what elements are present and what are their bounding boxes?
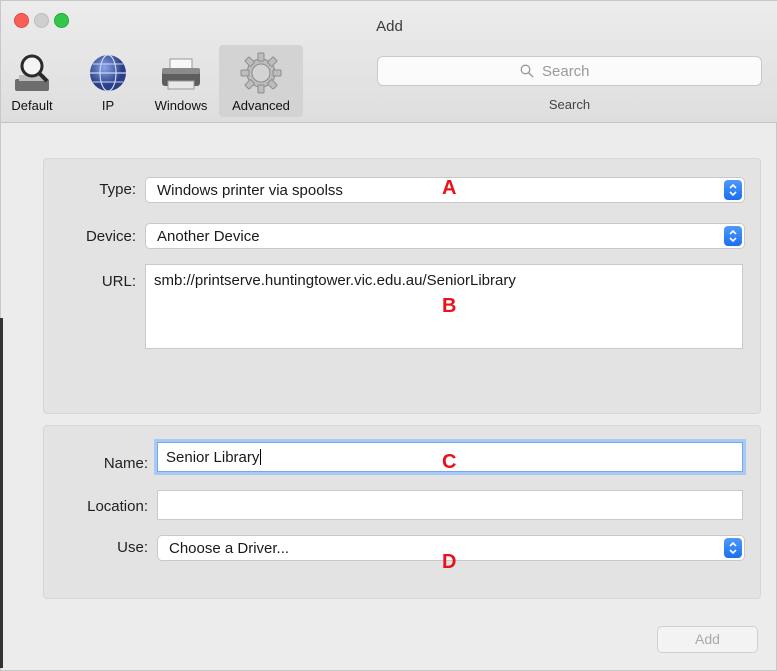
annotation-c: C [442, 451, 457, 473]
magnifier-printer-icon [15, 54, 49, 91]
text-cursor [260, 449, 262, 465]
gear-icon [240, 52, 282, 94]
tool-windows-label: Windows [154, 98, 208, 113]
add-button[interactable]: Add [657, 626, 758, 653]
tool-ip-label: IP [101, 98, 115, 113]
device-label: Device: [85, 228, 136, 245]
device-popup[interactable]: Another Device [145, 223, 745, 249]
tool-windows[interactable]: Windows [145, 45, 217, 117]
name-text: Senior Library [166, 449, 262, 466]
url-value: smb://printserve.huntingtower.vic.edu.au… [154, 272, 516, 289]
location-label: Location: [87, 498, 148, 515]
url-label: URL: [101, 273, 136, 290]
background-window-edge [0, 318, 3, 668]
search-field[interactable]: Search [377, 56, 762, 86]
title-toolbar: Add Default IP Windows Advanced Search S… [1, 1, 777, 123]
type-label: Type: [99, 181, 136, 198]
type-value: Windows printer via spoolss [157, 182, 343, 199]
search-placeholder: Search [542, 63, 590, 80]
search-label: Search [548, 97, 591, 112]
tool-ip[interactable]: IP [83, 45, 133, 117]
globe-icon [90, 54, 126, 92]
use-label: Use: [117, 539, 148, 556]
use-chevron-updown-icon [724, 538, 742, 558]
device-chevron-updown-icon [724, 226, 742, 246]
use-value: Choose a Driver... [169, 540, 290, 557]
window-title: Add [376, 18, 403, 35]
tool-advanced-label: Advanced [232, 98, 290, 113]
annotation-a: A [442, 177, 457, 199]
tool-advanced[interactable]: Advanced [219, 45, 303, 117]
annotation-d: D [442, 551, 457, 573]
annotation-b: B [442, 295, 457, 317]
name-value: Senior Library [166, 449, 260, 466]
advanced-settings-group: Type: Windows printer via spoolss Device… [43, 158, 761, 414]
tool-default[interactable]: Default [3, 45, 61, 117]
printer-details-group: Name: Senior Library Location: Use: Choo… [43, 425, 761, 599]
add-printer-window: Add Default IP Windows Advanced Search S… [0, 0, 777, 671]
type-chevron-updown-icon [724, 180, 742, 200]
search-icon [520, 64, 534, 78]
printer-icon [162, 58, 200, 90]
device-value: Another Device [157, 228, 260, 245]
location-field[interactable] [157, 490, 743, 520]
tool-default-label: Default [11, 98, 53, 113]
name-label: Name: [103, 455, 148, 472]
